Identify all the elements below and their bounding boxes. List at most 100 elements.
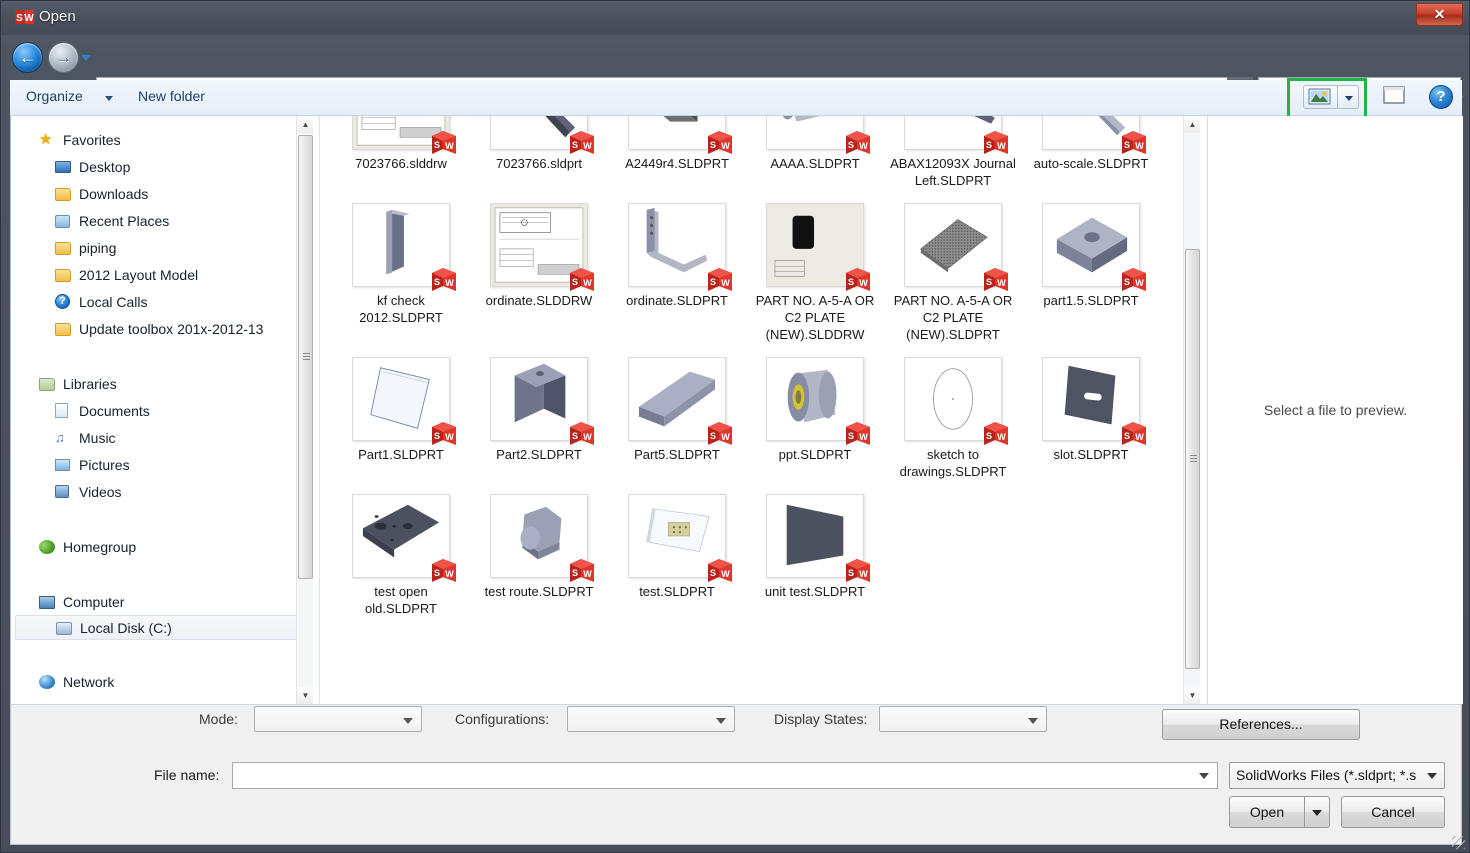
- file-list-scrollbar[interactable]: ▲ ▼: [1183, 116, 1200, 704]
- file-item[interactable]: S W test.SLDPRT: [609, 492, 745, 617]
- display-states-dropdown[interactable]: [879, 706, 1047, 732]
- file-name-input[interactable]: [233, 763, 1193, 788]
- sidebar-item-pictures[interactable]: Pictures: [11, 451, 313, 478]
- open-button[interactable]: Open: [1229, 796, 1305, 828]
- libraries-icon: [39, 376, 56, 392]
- sidebar-item-downloads[interactable]: Downloads: [11, 180, 313, 207]
- sidebar-item-computer[interactable]: Computer: [11, 588, 313, 615]
- sidebar-item-local-disk-c[interactable]: Local Disk (C:): [15, 615, 309, 640]
- back-arrow-icon[interactable]: ←: [12, 42, 43, 73]
- file-item[interactable]: S W sketch to drawings.SLDPRT: [885, 355, 1021, 480]
- view-mode-dropdown-button[interactable]: [1337, 85, 1359, 109]
- display-states-label: Display States:: [774, 711, 868, 727]
- scroll-down-arrow-icon[interactable]: ▼: [297, 687, 313, 704]
- file-thumbnail-wrap: S W: [902, 116, 1008, 154]
- scroll-down-arrow-icon[interactable]: ▼: [1184, 687, 1200, 704]
- chevron-down-icon: [1427, 773, 1437, 779]
- sidebar-item-music[interactable]: ♫ Music: [11, 424, 313, 451]
- new-folder-button[interactable]: New folder: [138, 88, 205, 104]
- sidebar-item-recent-places[interactable]: Recent Places: [11, 207, 313, 234]
- references-button[interactable]: References...: [1162, 709, 1360, 740]
- title-bar: S W Open ✕: [1, 1, 1469, 35]
- file-thumbnail-wrap: S W: [764, 355, 870, 445]
- sidebar-item-desktop[interactable]: Desktop: [11, 153, 313, 180]
- svg-text:S: S: [1124, 140, 1130, 150]
- file-item[interactable]: S W Part2.SLDPRT: [471, 355, 607, 480]
- file-item[interactable]: S W 7023766.slddrw: [333, 116, 469, 189]
- svg-text:W: W: [859, 278, 868, 288]
- cancel-button[interactable]: Cancel: [1341, 796, 1445, 828]
- scrollbar-thumb[interactable]: [1185, 249, 1200, 669]
- file-item[interactable]: S W PART NO. A-5-A OR C2 PLATE (NEW).SLD…: [885, 201, 1021, 343]
- preview-pane-splitter[interactable]: [1200, 116, 1207, 704]
- sidebar-item-label: Local Calls: [79, 293, 148, 310]
- pictures-icon: [55, 457, 72, 473]
- resize-grip[interactable]: [1452, 836, 1465, 849]
- file-item[interactable]: S W AAAA.SLDPRT: [747, 116, 883, 189]
- file-item[interactable]: S W PART NO. A-5-A OR C2 PLATE (NEW).SLD…: [747, 201, 883, 343]
- file-item[interactable]: S W auto-scale.SLDPRT: [1023, 116, 1159, 189]
- preview-pane-icon[interactable]: [1382, 85, 1408, 109]
- sidebar-item-piping[interactable]: piping: [11, 234, 313, 261]
- file-item[interactable]: S W Part5.SLDPRT: [609, 355, 745, 480]
- file-thumbnail-wrap: S W: [488, 201, 594, 291]
- file-item[interactable]: S W slot.SLDPRT: [1023, 355, 1159, 480]
- open-file-dialog: S W Open ✕ ← → ▸ Computer ▸ Local Disk (…: [0, 0, 1470, 853]
- chevron-down-icon[interactable]: [105, 96, 113, 101]
- file-name-label: ordinate.SLDPRT: [626, 293, 728, 308]
- file-item[interactable]: S W ppt.SLDPRT: [747, 355, 883, 480]
- organize-button[interactable]: Organize: [26, 88, 83, 104]
- file-item[interactable]: S W ordinate.SLDDRW: [471, 201, 607, 343]
- file-thumbnail-wrap: S W: [902, 201, 1008, 291]
- sidebar-item-favorites[interactable]: ★ Favorites: [11, 126, 313, 153]
- configurations-dropdown[interactable]: [567, 706, 735, 732]
- sidebar-item-update-toolbox[interactable]: Update toolbox 201x-2012-13: [11, 315, 313, 342]
- sidebar-item-2012-layout-model[interactable]: 2012 Layout Model: [11, 261, 313, 288]
- scrollbar-thumb[interactable]: [298, 135, 313, 579]
- file-item[interactable]: S W kf check 2012.SLDPRT: [333, 201, 469, 343]
- sidebar-item-libraries[interactable]: Libraries: [11, 370, 313, 397]
- chevron-down-icon[interactable]: [1199, 773, 1209, 779]
- close-button[interactable]: ✕: [1416, 3, 1463, 26]
- svg-text:W: W: [583, 278, 592, 288]
- file-name-label: ABAX12093X Journal Left.SLDPRT: [890, 156, 1016, 188]
- sidebar-item-homegroup[interactable]: Homegroup: [11, 533, 313, 560]
- svg-text:S: S: [848, 277, 854, 287]
- chevron-down-icon[interactable]: [81, 55, 91, 61]
- solidworks-file-badge-icon: S W: [846, 268, 870, 291]
- file-item[interactable]: S W A2449r4.SLDPRT: [609, 116, 745, 189]
- file-item[interactable]: S W Part1.SLDPRT: [333, 355, 469, 480]
- sidebar-item-documents[interactable]: Documents: [11, 397, 313, 424]
- file-item[interactable]: S W ordinate.SLDPRT: [609, 201, 745, 343]
- file-item[interactable]: S W 7023766.sldprt: [471, 116, 607, 189]
- sidebar-item-local-calls[interactable]: ? Local Calls: [11, 288, 313, 315]
- file-type-filter-dropdown[interactable]: SolidWorks Files (*.sldprt; *.s: [1229, 762, 1445, 789]
- file-item[interactable]: S W unit test.SLDPRT: [747, 492, 883, 617]
- file-item[interactable]: S W test open old.SLDPRT: [333, 492, 469, 617]
- sidebar-group-favorites: ★ Favorites Desktop Downloads Recent Pla…: [11, 126, 313, 342]
- sidebar-item-label: Downloads: [79, 185, 149, 202]
- sidebar-item-network[interactable]: Network: [11, 668, 313, 695]
- scroll-up-arrow-icon[interactable]: ▲: [297, 116, 313, 133]
- forward-arrow-icon[interactable]: →: [48, 42, 79, 73]
- question-mark-icon: ?: [55, 293, 72, 310]
- open-dropdown-button[interactable]: [1305, 796, 1330, 828]
- mode-dropdown[interactable]: [254, 706, 422, 732]
- svg-text:W: W: [583, 432, 592, 442]
- file-item[interactable]: S W part1.5.SLDPRT: [1023, 201, 1159, 343]
- svg-text:S: S: [434, 568, 440, 578]
- sidebar-item-label: Favorites: [63, 131, 121, 148]
- help-icon[interactable]: ?: [1429, 85, 1453, 109]
- navigation-pane-scrollbar[interactable]: ▲ ▼: [296, 116, 313, 704]
- file-item[interactable]: S W ABAX12093X Journal Left.SLDPRT: [885, 116, 1021, 189]
- file-item[interactable]: S W test route.SLDPRT: [471, 492, 607, 617]
- view-mode-icon[interactable]: [1303, 85, 1337, 109]
- back-glyph: ←: [19, 48, 36, 67]
- file-name-field[interactable]: [232, 762, 1218, 789]
- file-list-pane[interactable]: S W 7023766.slddrw S W 7023766.sldprt S …: [319, 116, 1200, 704]
- solidworks-file-badge-icon: S W: [708, 422, 732, 445]
- file-name-label: Part5.SLDPRT: [634, 447, 720, 462]
- scroll-up-arrow-icon[interactable]: ▲: [1184, 116, 1200, 133]
- sidebar-item-videos[interactable]: Videos: [11, 478, 313, 505]
